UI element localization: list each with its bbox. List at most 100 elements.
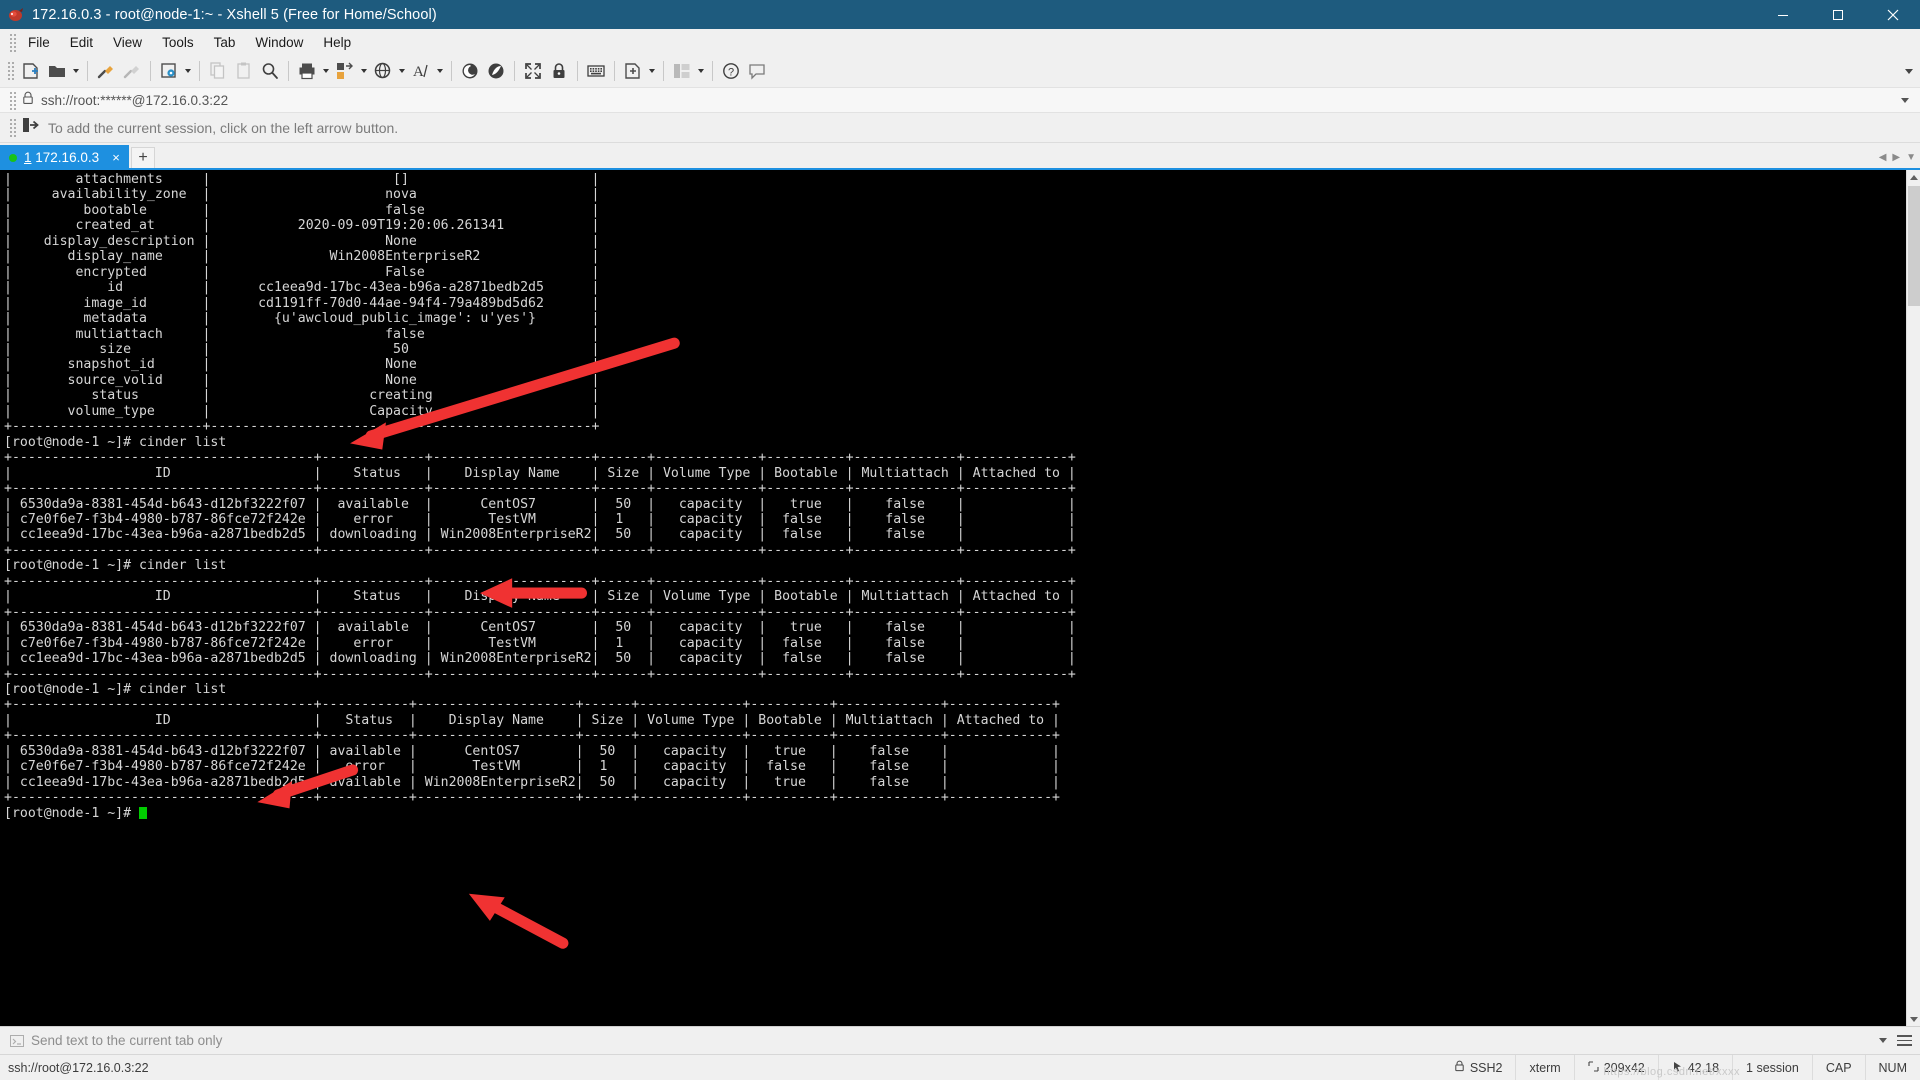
hintbar-grip[interactable] [8,116,16,139]
tab-scroll-left-icon[interactable]: ◀ [1879,152,1887,163]
terminal-screen[interactable]: | attachments | [] | | availability_zone… [0,170,1906,1026]
terminal-scrollbar[interactable] [1906,170,1920,1026]
status-num: NUM [1864,1054,1920,1080]
toolbar-separator [87,61,88,81]
tab-label: 1 172.16.0.3 [24,150,99,165]
globe-icon[interactable] [370,58,396,84]
address-dropdown-button[interactable] [1898,90,1912,110]
status-protocol: SSH2 [1441,1055,1516,1080]
file-transfer-dropdown[interactable] [358,58,370,84]
toolbar-separator [150,61,151,81]
add-session-icon[interactable] [22,117,40,138]
menu-window[interactable]: Window [246,32,312,53]
file-transfer-icon[interactable] [332,58,358,84]
toolbar-separator [199,61,200,81]
status-watermark: https://blog.csdn.net/xxxx [1603,1066,1740,1078]
menu-bar: File Edit View Tools Tab Window Help [0,29,1920,55]
status-connection: ssh://root@172.16.0.3:22 [8,1060,149,1075]
menubar-grip[interactable] [8,32,16,52]
address-bar: ssh://root:******@172.16.0.3:22 [0,87,1920,113]
open-folder-icon[interactable] [44,58,70,84]
tab-close-icon[interactable]: × [109,151,123,164]
toolbar-separator [712,61,713,81]
toolbar-separator [663,61,664,81]
toolbar: A ? [0,55,1920,87]
scroll-down-icon[interactable] [1906,1012,1920,1026]
font-icon[interactable]: A [408,58,434,84]
toolbar-grip[interactable] [6,60,14,82]
tab-scroll-right-icon[interactable]: ▶ [1892,152,1900,163]
status-terminal-type: xterm [1515,1054,1573,1080]
fullscreen-icon[interactable] [520,58,546,84]
terminal-cursor [138,806,147,819]
svg-text:?: ? [728,67,734,79]
minimize-button[interactable] [1755,0,1810,29]
toolbar-separator [514,61,515,81]
send-text-bar: Send text to the current tab only [0,1026,1920,1054]
copy-icon[interactable] [205,58,231,84]
menu-edit[interactable]: Edit [61,32,102,53]
window-title: 172.16.0.3 - root@node-1:~ - Xshell 5 (F… [32,6,437,23]
send-text-dropdown-icon[interactable] [1879,1038,1887,1043]
globe-dropdown[interactable] [396,58,408,84]
paste-icon[interactable] [231,58,257,84]
tab-title: 172.16.0.3 [35,150,100,165]
find-icon[interactable] [257,58,283,84]
layout-dropdown[interactable] [695,58,707,84]
menu-tools[interactable]: Tools [153,32,203,53]
send-text-input[interactable]: Send text to the current tab only [31,1033,222,1048]
status-protocol-label: SSH2 [1469,1060,1503,1075]
session-hint-text: To add the current session, click on the… [48,119,399,136]
close-button[interactable] [1865,0,1920,29]
scroll-up-icon[interactable] [1906,170,1920,184]
toolbar-separator [577,61,578,81]
open-folder-dropdown[interactable] [70,58,82,84]
send-text-menu-icon[interactable] [1897,1035,1912,1046]
session-properties-icon[interactable] [156,58,182,84]
status-sessions: 1 session [1732,1054,1812,1080]
menu-view[interactable]: View [104,32,151,53]
tab-list-icon[interactable]: ▼ [1906,152,1916,163]
shield-icon [1454,1060,1465,1075]
tab-scroll-controls: ◀ ▶ ▼ [1879,145,1920,170]
maximize-button[interactable] [1810,0,1865,29]
menu-tab[interactable]: Tab [205,32,245,53]
tab-bar: 1 172.16.0.3 × + ◀ ▶ ▼ [0,143,1920,170]
addressbar-grip[interactable] [8,90,16,110]
tab-172-16-0-3[interactable]: 1 172.16.0.3 × [0,145,130,170]
chat-icon[interactable] [744,58,770,84]
font-dropdown[interactable] [434,58,446,84]
keyboard-icon[interactable] [583,58,609,84]
new-tab-button[interactable]: + [131,147,156,169]
add-note-dropdown[interactable] [646,58,658,84]
resize-icon [1588,1060,1599,1075]
disconnect-icon[interactable] [119,58,145,84]
log-session-icon[interactable] [457,58,483,84]
menu-file[interactable]: File [19,32,59,53]
app-logo-icon [7,6,25,24]
toolbar-overflow-button[interactable] [1902,58,1916,84]
session-properties-dropdown[interactable] [182,58,194,84]
xshell-window: 172.16.0.3 - root@node-1:~ - Xshell 5 (F… [0,0,1920,1080]
address-input[interactable]: ssh://root:******@172.16.0.3:22 [41,93,228,108]
connect-icon[interactable] [93,58,119,84]
title-bar: 172.16.0.3 - root@node-1:~ - Xshell 5 (F… [0,0,1920,29]
status-bar: ssh://root@172.16.0.3:22 https://blog.cs… [0,1054,1920,1080]
help-icon[interactable]: ? [718,58,744,84]
add-note-icon[interactable] [620,58,646,84]
lock-icon [22,91,34,110]
compose-pane-icon[interactable] [483,58,509,84]
send-text-icon [10,1034,24,1048]
tab-connected-indicator [9,153,17,162]
menu-help[interactable]: Help [314,32,360,53]
layout-icon[interactable] [669,58,695,84]
send-text-controls [1879,1035,1920,1046]
toolbar-separator [288,61,289,81]
scrollbar-thumb[interactable] [1908,186,1920,306]
print-dropdown[interactable] [320,58,332,84]
new-session-icon[interactable] [18,58,44,84]
toolbar-separator [614,61,615,81]
lock-icon[interactable] [546,58,572,84]
window-controls [1755,0,1920,29]
print-icon[interactable] [294,58,320,84]
